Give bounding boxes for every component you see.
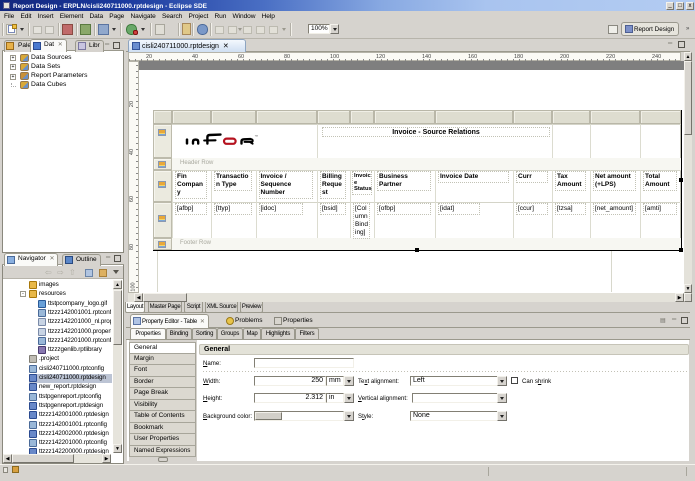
svg-text:™: ™: [255, 135, 259, 139]
